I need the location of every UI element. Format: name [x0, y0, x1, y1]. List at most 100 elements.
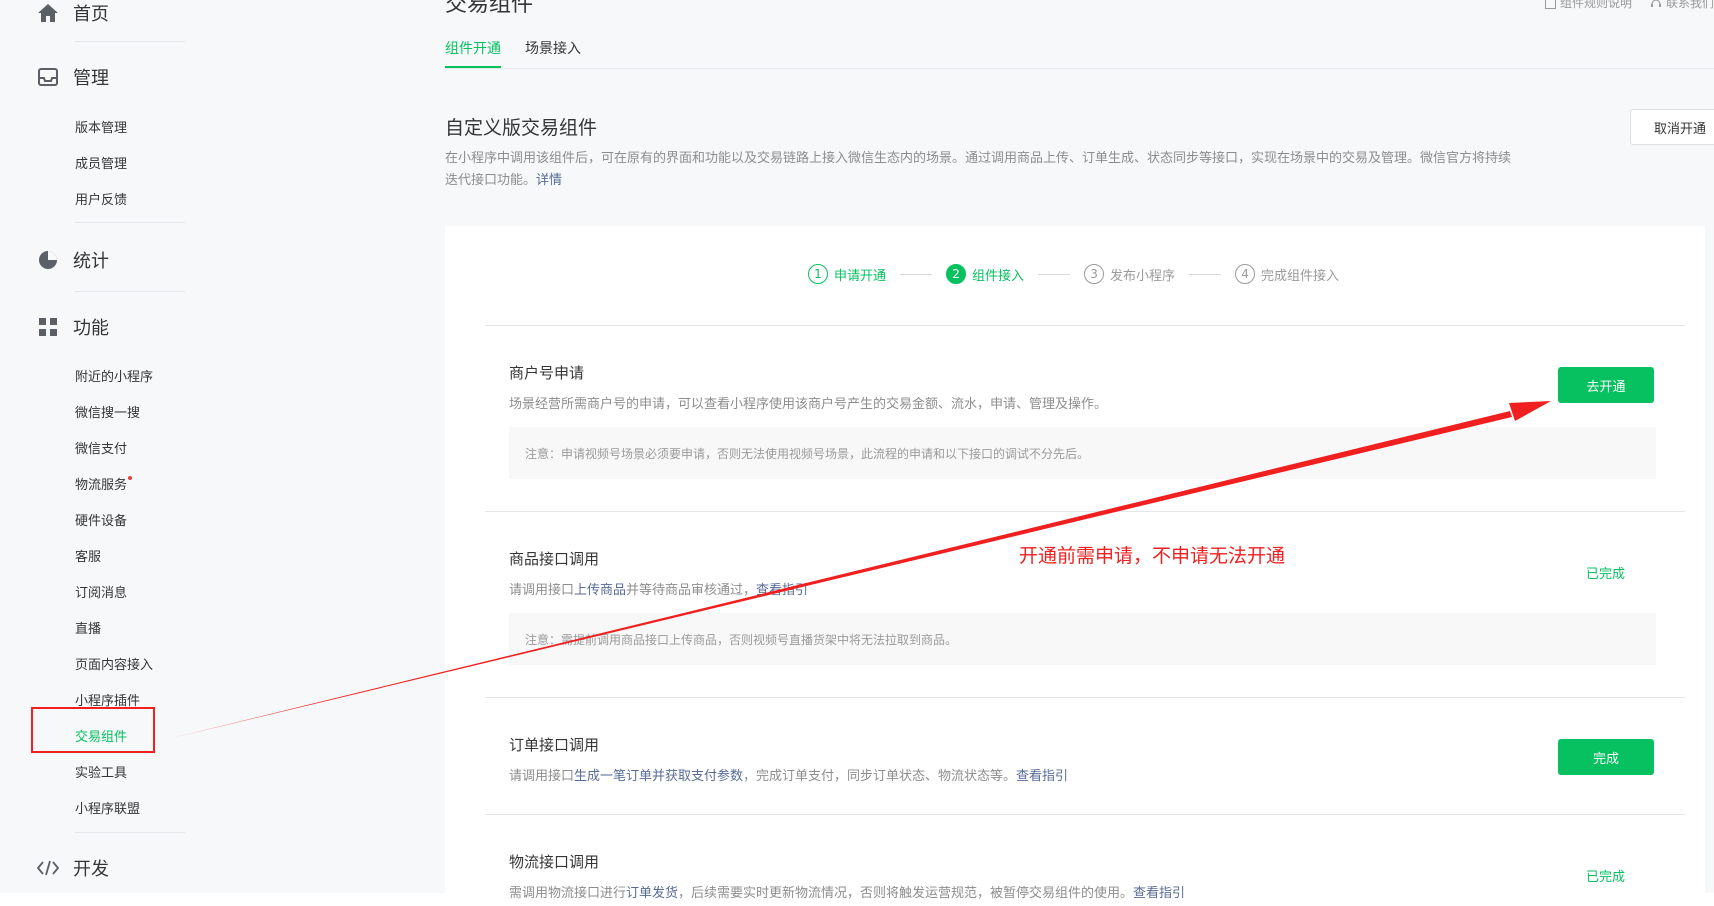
section-title: 自定义版交易组件: [445, 117, 598, 139]
sidebar-item-live[interactable]: 直播: [75, 618, 101, 637]
sidebar-item-service[interactable]: 客服: [75, 546, 101, 565]
nav-stats[interactable]: 统计: [37, 247, 109, 273]
step-integrate: 2 组件接入: [946, 264, 1024, 284]
step-connector: [1038, 273, 1071, 275]
sidebar-item-nearby[interactable]: 附近的小程序: [75, 366, 153, 385]
logistics-title: 物流接口调用: [509, 853, 600, 871]
go-open-button[interactable]: 去开通: [1558, 367, 1654, 403]
order-desc: 请调用接口生成一笔订单并获取支付参数，完成订单支付，同步订单状态、物流状态等。查…: [509, 765, 1068, 784]
divider: [75, 832, 185, 833]
step-label: 组件接入: [972, 268, 1025, 284]
sidebar-item-version[interactable]: 版本管理: [75, 117, 127, 136]
page-title: 交易组件: [445, 0, 534, 17]
contact-link[interactable]: 联系我们: [1650, 0, 1714, 11]
product-desc-pre: 请调用接口: [509, 583, 575, 598]
sidebar-item-members[interactable]: 成员管理: [75, 153, 127, 172]
order-desc-pre: 请调用接口: [509, 769, 575, 784]
order-title: 订单接口调用: [509, 736, 600, 754]
step-apply: 1 申请开通: [808, 264, 886, 284]
step-connector: [900, 273, 933, 275]
sidebar-item-logistics-label: 物流服务: [75, 478, 128, 493]
merchant-title: 商户号申请: [509, 364, 585, 382]
step-publish: 3 发布小程序: [1084, 264, 1175, 284]
row-divider: [485, 325, 1685, 326]
nav-dev[interactable]: 开发: [37, 855, 109, 881]
step-number: 4: [1235, 264, 1256, 284]
order-complete-button[interactable]: 完成: [1558, 739, 1654, 775]
annotation-text: 开通前需申请，不申请无法开通: [1019, 545, 1286, 567]
create-order-link[interactable]: 生成一笔订单并获取支付参数: [574, 769, 743, 784]
sidebar-item-hardware[interactable]: 硬件设备: [75, 510, 127, 529]
cancel-open-button[interactable]: 取消开通: [1630, 109, 1714, 145]
nav-manage[interactable]: 管理: [37, 64, 109, 90]
top-links: 组件规则说明 联系我们: [1544, 0, 1714, 11]
home-icon: [37, 2, 59, 24]
sidebar-item-union[interactable]: 小程序联盟: [75, 798, 140, 817]
sidebar-item-pay[interactable]: 微信支付: [75, 438, 127, 457]
contact-link-label: 联系我们: [1665, 0, 1714, 10]
tab-scene-access[interactable]: 场景接入: [525, 38, 581, 68]
step-number: 3: [1084, 264, 1105, 284]
product-title: 商品接口调用: [509, 550, 600, 568]
logistics-desc-mid: ，后续需要实时更新物流情况，否则将触发运营规范，被暂停交易组件的使用。: [678, 886, 1134, 901]
row-divider: [485, 697, 1685, 698]
merchant-note: 注意：申请视频号场景必须要申请，否则无法使用视频号场景，此流程的申请和以下接口的…: [509, 427, 1656, 479]
product-note: 注意：需提前调用商品接口上传商品，否则视频号直播货架中将无法拉取到商品。: [509, 613, 1656, 665]
sidebar: 首页 管理 版本管理 成员管理 用户反馈 统计 功能 附近的小程序 微信搜一搜 …: [0, 0, 257, 893]
nav-home[interactable]: 首页: [37, 0, 109, 26]
nav-dev-label: 开发: [73, 859, 109, 880]
rules-link[interactable]: 组件规则说明: [1544, 0, 1632, 11]
nav-home-label: 首页: [73, 4, 109, 25]
doc-icon: [1544, 0, 1556, 9]
step-complete: 4 完成组件接入: [1235, 264, 1339, 284]
row-divider: [485, 511, 1685, 512]
merchant-desc: 场景经营所需商户号的申请，可以查看小程序使用该商户号产生的交易金额、流水，申请、…: [509, 397, 1108, 412]
product-status: 已完成: [1586, 567, 1626, 582]
section-desc-text: 在小程序中调用该组件后，可在原有的界面和功能以及交易链路上接入微信生态内的场景。…: [445, 151, 1512, 188]
upload-product-link[interactable]: 上传商品: [574, 583, 626, 598]
tab-component-open[interactable]: 组件开通: [445, 38, 501, 68]
sidebar-item-subscribe[interactable]: 订阅消息: [75, 582, 127, 601]
pie-chart-icon: [37, 249, 59, 271]
sidebar-item-feedback[interactable]: 用户反馈: [75, 189, 127, 208]
tabs-divider: [445, 68, 1714, 69]
logistics-status: 已完成: [1586, 870, 1626, 885]
section-description: 在小程序中调用该组件后，可在原有的界面和功能以及交易链路上接入微信生态内的场景。…: [445, 148, 1515, 192]
ship-order-link[interactable]: 订单发货: [626, 886, 678, 901]
order-desc-mid: ，完成订单支付，同步订单状态、物流状态等。: [743, 769, 1017, 784]
sidebar-item-lab[interactable]: 实验工具: [75, 762, 127, 781]
row-divider: [485, 814, 1685, 815]
product-desc-mid: 并等待商品审核通过，: [626, 583, 757, 598]
step-label: 发布小程序: [1110, 268, 1176, 284]
sidebar-item-page-content[interactable]: 页面内容接入: [75, 654, 153, 673]
nav-features-label: 功能: [73, 318, 109, 339]
step-label: 申请开通: [834, 268, 887, 284]
divider: [75, 291, 185, 292]
order-guide-link[interactable]: 查看指引: [1016, 769, 1068, 784]
step-label: 完成组件接入: [1261, 268, 1340, 284]
rules-link-label: 组件规则说明: [1559, 0, 1632, 10]
new-dot-badge: [128, 476, 133, 480]
tab-bar: 组件开通 场景接入: [445, 38, 581, 68]
product-guide-link[interactable]: 查看指引: [756, 583, 808, 598]
divider: [75, 222, 185, 223]
nav-stats-label: 统计: [73, 251, 109, 272]
step-number: 2: [946, 264, 967, 284]
inbox-icon: [37, 66, 59, 88]
progress-steps: 1 申请开通 2 组件接入 3 发布小程序 4 完成组件接入: [808, 264, 1339, 284]
logistics-desc-pre: 需调用物流接口进行: [509, 886, 627, 901]
product-desc: 请调用接口上传商品并等待商品审核通过，查看指引: [509, 579, 808, 598]
sidebar-item-logistics[interactable]: 物流服务: [75, 474, 133, 493]
divider: [75, 41, 185, 42]
step-number: 1: [808, 264, 828, 284]
logistics-guide-link[interactable]: 查看指引: [1133, 886, 1185, 901]
details-link[interactable]: 详情: [536, 173, 562, 188]
step-connector: [1189, 273, 1222, 275]
grid-icon: [37, 316, 59, 338]
highlight-box: [31, 707, 155, 753]
logistics-desc: 需调用物流接口进行订单发货，后续需要实时更新物流情况，否则将触发运营规范，被暂停…: [509, 882, 1185, 901]
sidebar-item-search[interactable]: 微信搜一搜: [75, 402, 140, 421]
headset-icon: [1650, 0, 1661, 7]
nav-manage-label: 管理: [73, 68, 109, 89]
nav-features[interactable]: 功能: [37, 314, 109, 340]
